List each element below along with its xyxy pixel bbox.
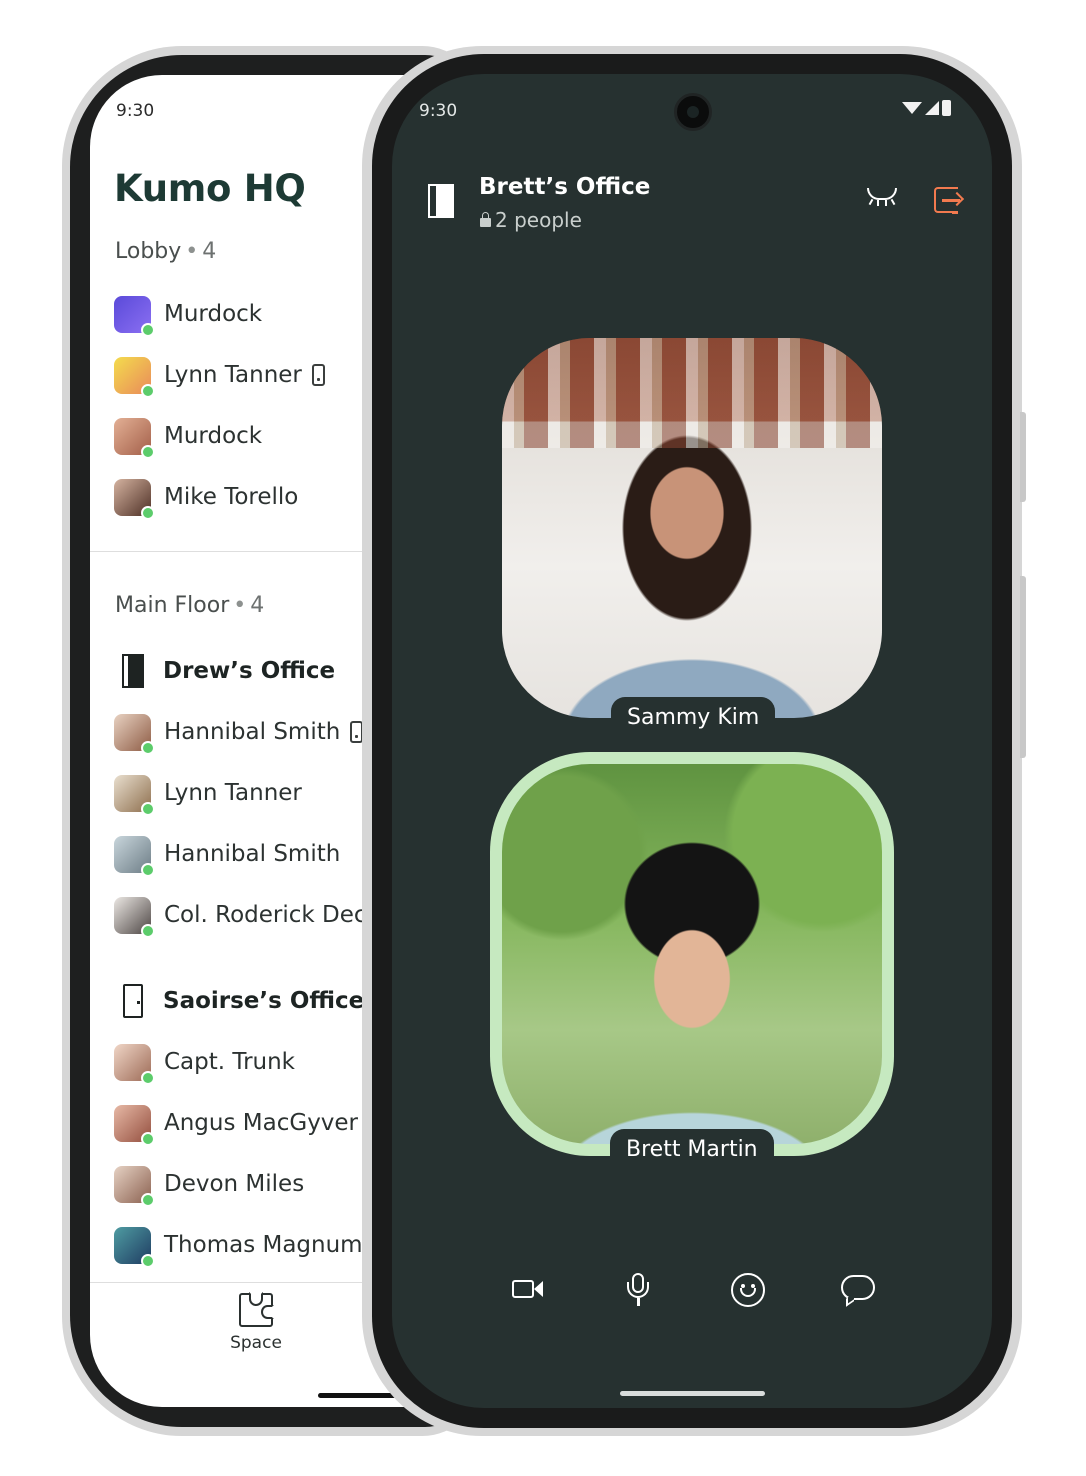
video-tile-brett-martin[interactable] <box>502 764 882 1144</box>
puzzle-space-icon <box>239 1292 274 1327</box>
mobile-phone-icon <box>311 364 325 386</box>
presence-dot <box>141 1131 155 1146</box>
member-name: Hannibal Smith <box>164 719 341 745</box>
room-title: Brett’s Office <box>479 174 651 200</box>
avatar <box>114 835 155 877</box>
presence-dot <box>141 383 155 398</box>
microphone-icon[interactable] <box>616 1268 660 1312</box>
status-time: 9:30 <box>116 101 155 121</box>
room-row-saoirses-office[interactable]: Saoirse’s Office <box>114 981 364 1021</box>
video-tile-sammy-kim[interactable] <box>502 338 882 718</box>
presence-dot <box>141 740 155 755</box>
presence-dot <box>141 923 155 938</box>
separator-dot: • <box>185 239 199 264</box>
presence-dot <box>141 1070 155 1085</box>
avatar <box>114 713 155 755</box>
chat-bubble-icon[interactable] <box>836 1268 880 1312</box>
room-name: Drew’s Office <box>163 658 336 684</box>
separator-dot: • <box>233 593 247 618</box>
member-row[interactable]: Col. Roderick Dec <box>114 895 367 938</box>
member-row[interactable]: Hannibal Smith <box>114 834 341 877</box>
battery-icon <box>942 100 951 116</box>
room-name: Saoirse’s Office <box>163 988 365 1014</box>
member-name: Capt. Trunk <box>164 1049 295 1075</box>
member-row[interactable]: Angus MacGyver <box>114 1103 359 1146</box>
section-title-lobby: Lobby • 4 <box>115 239 216 264</box>
member-row[interactable]: Devon Miles <box>114 1164 305 1207</box>
nav-tab-label: Space <box>230 1333 282 1353</box>
avatar <box>114 478 155 520</box>
front-camera <box>674 93 712 131</box>
front-phone-screen: 9:30 Brett’s Office 2 people Sammy Kim B… <box>392 74 992 1408</box>
avatar <box>114 1165 155 1207</box>
presence-dot <box>141 1253 155 1268</box>
member-row[interactable]: Murdock <box>114 416 263 459</box>
avatar <box>114 774 155 816</box>
member-row[interactable]: Mike Torello <box>114 477 299 520</box>
volume-button <box>1020 576 1026 758</box>
section-count: 4 <box>202 239 217 264</box>
member-row[interactable]: Lynn Tanner <box>114 773 302 816</box>
section-title-main-floor: Main Floor • 4 <box>115 593 264 618</box>
presence-dot <box>141 862 155 877</box>
room-occupancy: 2 people <box>480 208 582 232</box>
room-header: Brett’s Office 2 people <box>392 170 992 240</box>
avatar <box>114 417 155 459</box>
participant-name-label: Sammy Kim <box>611 697 776 737</box>
member-name: Hannibal Smith <box>164 841 341 867</box>
avatar <box>114 295 155 337</box>
status-icons <box>902 100 951 116</box>
lock-icon <box>480 212 491 227</box>
member-name: Lynn Tanner <box>164 780 302 806</box>
member-row[interactable]: Capt. Trunk <box>114 1042 295 1085</box>
member-row[interactable]: Lynn Tanner <box>114 355 325 398</box>
member-name: Col. Roderick Dec <box>164 902 367 928</box>
nav-tab-space[interactable]: Space <box>218 1292 294 1373</box>
home-indicator[interactable] <box>620 1391 765 1396</box>
door-open-icon <box>426 184 458 218</box>
emoji-smile-icon[interactable] <box>726 1268 770 1312</box>
avatar <box>114 1104 155 1146</box>
presence-dot <box>141 505 155 520</box>
section-count: 4 <box>250 593 265 618</box>
participant-name-label: Brett Martin <box>610 1129 774 1169</box>
avatar <box>114 1226 155 1268</box>
door-closed-icon <box>118 654 148 688</box>
member-name: Lynn Tanner <box>164 362 302 388</box>
video-camera-icon[interactable] <box>506 1268 550 1312</box>
home-indicator[interactable] <box>318 1393 398 1398</box>
power-button <box>1020 412 1026 502</box>
door-outline-icon <box>118 984 148 1018</box>
presence-dot <box>141 322 155 337</box>
section-name: Lobby <box>115 239 182 264</box>
section-name: Main Floor <box>115 593 230 618</box>
presence-dot <box>141 1192 155 1207</box>
member-name: Murdock <box>164 301 263 327</box>
presence-dot <box>141 801 155 816</box>
member-name: Murdock <box>164 423 263 449</box>
avatar <box>114 1043 155 1085</box>
member-row[interactable]: Hannibal Smith <box>114 712 364 755</box>
call-controls <box>392 1268 992 1312</box>
app-title: Kumo HQ <box>114 167 306 210</box>
room-row-drews-office[interactable]: Drew’s Office <box>114 651 335 691</box>
presence-dot <box>141 444 155 459</box>
member-name: Mike Torello <box>164 484 299 510</box>
member-name: Angus MacGyver <box>164 1110 359 1136</box>
avatar <box>114 896 155 938</box>
status-time: 9:30 <box>419 101 458 121</box>
wifi-icon <box>902 102 922 114</box>
avatar <box>114 356 155 398</box>
member-row[interactable]: Thomas Magnum <box>114 1225 363 1268</box>
cell-signal-icon <box>925 101 939 115</box>
occupancy-text: 2 people <box>495 208 582 232</box>
member-name: Devon Miles <box>164 1171 305 1197</box>
member-name: Thomas Magnum <box>164 1232 363 1258</box>
eye-closed-icon[interactable] <box>866 188 898 208</box>
member-row[interactable]: Murdock <box>114 294 263 337</box>
leave-room-icon[interactable] <box>932 186 965 216</box>
